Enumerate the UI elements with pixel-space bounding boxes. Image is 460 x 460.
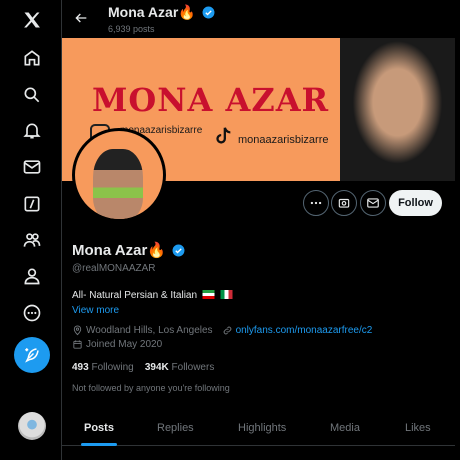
- left-nav: [0, 0, 62, 460]
- communities-icon[interactable]: [14, 222, 50, 258]
- more-options-button[interactable]: [303, 190, 329, 216]
- messages-envelope-icon[interactable]: [14, 149, 50, 185]
- header-title: Mona Azar🔥: [108, 4, 215, 21]
- back-arrow-icon[interactable]: [70, 7, 92, 29]
- header-name: Mona Azar🔥: [108, 4, 196, 20]
- posts-count: 6,939 posts: [108, 24, 155, 34]
- tiktok-icon: [216, 127, 231, 144]
- profile-tabs: Posts Replies Highlights Media Likes: [62, 410, 455, 446]
- grok-analyze-button[interactable]: [331, 190, 357, 216]
- not-followed-note: Not followed by anyone you're following: [72, 383, 230, 393]
- following-label: Following: [91, 362, 134, 373]
- italy-flag-icon: [220, 290, 233, 299]
- followers-count: 394K: [144, 362, 169, 373]
- verified-badge-icon: [202, 6, 215, 19]
- tab-replies[interactable]: Replies: [157, 422, 194, 434]
- following-link[interactable]: 493 Following: [72, 362, 134, 373]
- profile-joined-date: Joined May 2020: [86, 339, 163, 350]
- following-count: 493: [72, 362, 89, 373]
- display-name-text: Mona Azar🔥: [72, 242, 166, 259]
- avatar-photo: [93, 149, 143, 219]
- banner-logo-text: MONA AZAR: [92, 81, 330, 119]
- profile-bio: All- Natural Persian & Italian: [72, 290, 233, 301]
- calendar-icon: [73, 340, 82, 349]
- banner-tiktok-handle: monaazarisbizarre: [238, 134, 329, 146]
- profile-handle: @realMONAAZAR: [72, 263, 156, 274]
- home-icon[interactable]: [14, 40, 50, 76]
- grok-analyze-icon: [338, 198, 350, 208]
- profile-website-link[interactable]: onlyfans.com/monaazarfree/c2: [236, 325, 373, 336]
- profile-person-icon[interactable]: [14, 258, 50, 294]
- search-icon[interactable]: [14, 77, 50, 113]
- tab-highlights[interactable]: Highlights: [238, 422, 286, 434]
- tab-likes[interactable]: Likes: [405, 422, 431, 434]
- location-pin-icon: [73, 325, 82, 336]
- more-circle-icon[interactable]: [14, 295, 50, 331]
- tab-media[interactable]: Media: [330, 422, 360, 434]
- verified-badge-icon: [172, 244, 185, 257]
- banner-photo: [340, 38, 455, 181]
- profile-meta-row: Woodland Hills, Los Angeles onlyfans.com…: [72, 325, 372, 336]
- link-icon: [223, 326, 231, 335]
- profile-header-bar: Mona Azar🔥 6,939 posts: [62, 0, 460, 38]
- feather-plus-icon: [25, 348, 39, 363]
- bio-text: All- Natural Persian & Italian: [72, 290, 198, 301]
- message-button[interactable]: [360, 190, 386, 216]
- follow-stats: 493 Following 394K Followers: [72, 362, 214, 373]
- x-logo-icon[interactable]: [14, 2, 50, 38]
- account-avatar[interactable]: [18, 412, 46, 440]
- followers-label: Followers: [171, 362, 215, 373]
- envelope-icon: [367, 198, 379, 208]
- profile-avatar[interactable]: [72, 128, 166, 222]
- follow-button[interactable]: Follow: [389, 190, 442, 216]
- notifications-bell-icon[interactable]: [14, 113, 50, 149]
- iran-flag-icon: [202, 290, 215, 299]
- view-more-link[interactable]: View more: [72, 305, 119, 316]
- profile-location: Woodland Hills, Los Angeles: [86, 325, 213, 336]
- active-tab-indicator: [81, 443, 117, 446]
- more-dots-icon: [310, 201, 322, 205]
- compose-post-button[interactable]: [14, 337, 50, 373]
- grok-icon[interactable]: [14, 186, 50, 222]
- profile-display-name: Mona Azar🔥: [72, 241, 185, 259]
- followers-link[interactable]: 394K Followers: [145, 362, 214, 373]
- tab-posts[interactable]: Posts: [84, 422, 114, 434]
- profile-joined-row: Joined May 2020: [72, 339, 162, 350]
